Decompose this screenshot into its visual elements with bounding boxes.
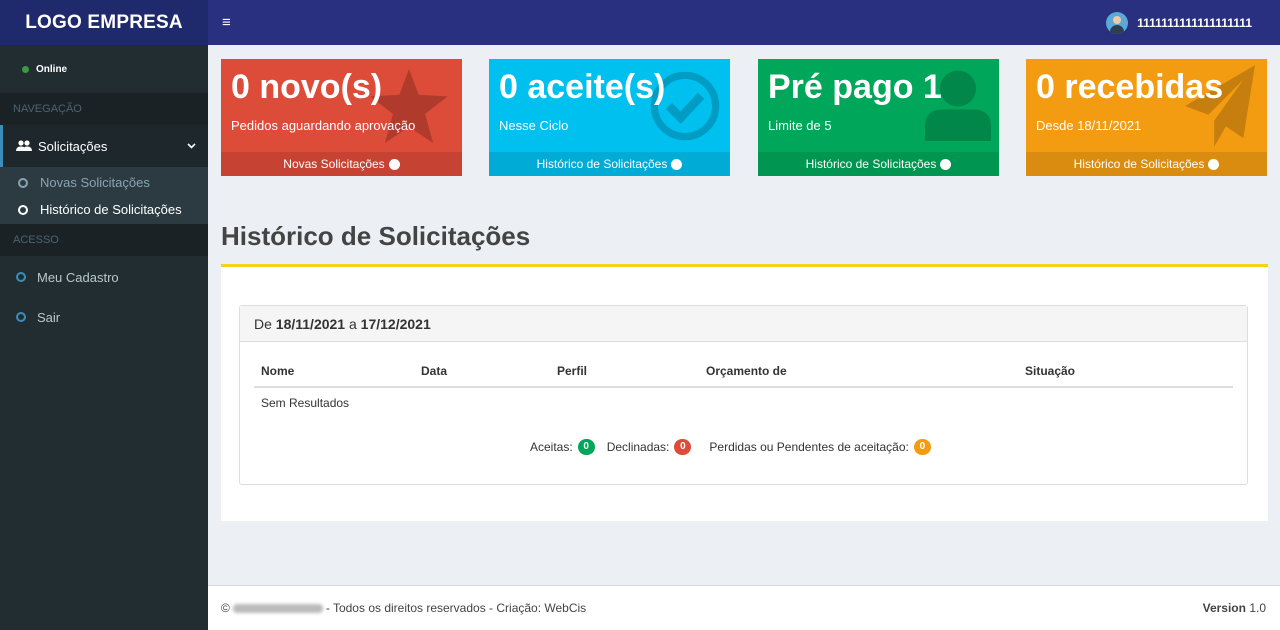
copyright-symbol: © bbox=[221, 601, 230, 615]
circle-icon bbox=[16, 312, 26, 322]
box-link-label: Histórico de Solicitações bbox=[536, 157, 668, 171]
arrow-circle-right-icon: ➜ bbox=[1208, 158, 1220, 170]
sidebar-item-historico[interactable]: Histórico de Solicitações bbox=[0, 196, 208, 223]
sidebar-item-label: Meu Cadastro bbox=[37, 269, 119, 285]
declinadas-label: Declinadas: bbox=[606, 440, 670, 454]
status-label: Online bbox=[36, 63, 68, 75]
users-icon bbox=[16, 140, 32, 151]
box-subtitle: Limite de 5 bbox=[768, 118, 832, 133]
hamburger-menu-icon[interactable]: ≡ bbox=[222, 14, 231, 31]
small-box-pre-pago: Pré pago 1 Limite de 5 Histórico de Soli… bbox=[758, 59, 999, 176]
chevron-down-icon bbox=[187, 143, 196, 149]
version-info: Version 1.0 bbox=[1203, 601, 1266, 615]
box-link-label: Histórico de Solicitações bbox=[1073, 157, 1205, 171]
range-prefix: De bbox=[254, 315, 272, 332]
sidebar-item-label: Novas Solicitações bbox=[40, 175, 150, 190]
online-dot-icon bbox=[22, 65, 29, 73]
username: 1111111111111111111 bbox=[1137, 15, 1252, 30]
circle-icon bbox=[18, 204, 28, 215]
range-mid: a bbox=[348, 315, 357, 332]
small-box-aceites: 0 aceite(s) Nesse Ciclo Histórico de Sol… bbox=[489, 59, 730, 176]
small-box-novos: 0 novo(s) Pedidos aguardando aprovação N… bbox=[221, 59, 462, 176]
sidebar-item-novas-solicitacoes[interactable]: Novas Solicitações bbox=[0, 169, 208, 196]
version-number: 1.0 bbox=[1249, 601, 1266, 615]
box-link-label: Novas Solicitações bbox=[283, 157, 385, 171]
column-header-data[interactable]: Data bbox=[421, 364, 447, 378]
box-value: Pré pago 1 bbox=[768, 68, 942, 106]
column-header-orcamento[interactable]: Orçamento de bbox=[706, 364, 787, 378]
empty-results: Sem Resultados bbox=[261, 396, 350, 410]
history-panel: De 18/11/2021 a 17/12/2021 Nome Data Per… bbox=[221, 264, 1268, 521]
range-to: 17/12/2021 bbox=[360, 315, 431, 332]
aceitas-badge: 0 bbox=[577, 439, 595, 455]
avatar bbox=[1106, 11, 1129, 34]
sidebar-item-label: Sair bbox=[37, 309, 61, 325]
submenu-solicitacoes: Novas Solicitações Histórico de Solicita… bbox=[0, 167, 208, 224]
pendentes-badge: 0 bbox=[913, 439, 931, 455]
column-header-situacao[interactable]: Situação bbox=[1025, 364, 1075, 378]
circle-icon bbox=[18, 177, 28, 188]
sidebar-item-solicitacoes[interactable]: Solicitações bbox=[0, 125, 208, 167]
column-header-perfil[interactable]: Perfil bbox=[557, 364, 587, 378]
sidebar-item-label: Solicitações bbox=[38, 138, 108, 154]
content-wrapper: 0 novo(s) Pedidos aguardando aprovação N… bbox=[208, 45, 1280, 585]
section-header-navegacao: NAVEGAÇÃO bbox=[0, 93, 208, 125]
box-footer-link[interactable]: Histórico de Solicitações ➜ bbox=[758, 152, 999, 176]
small-box-recebidas: 0 recebidas Desde 18/11/2021 Histórico d… bbox=[1026, 59, 1267, 176]
arrow-circle-right-icon: ➜ bbox=[940, 158, 952, 170]
user-menu[interactable]: 1111111111111111111 bbox=[1106, 11, 1252, 34]
arrow-circle-right-icon: ➜ bbox=[671, 158, 683, 170]
range-from: 18/11/2021 bbox=[275, 315, 346, 332]
version-label: Version bbox=[1202, 601, 1246, 615]
sidebar: LOGO EMPRESA Online NAVEGAÇÃO Solicitaçõ… bbox=[0, 0, 208, 630]
box-footer-link[interactable]: Histórico de Solicitações ➜ bbox=[1026, 152, 1267, 176]
page-title: Histórico de Solicitações bbox=[221, 221, 531, 251]
pendentes-label: Perdidas ou Pendentes de aceitação: bbox=[709, 440, 909, 454]
declinadas-badge: 0 bbox=[674, 439, 692, 455]
aceitas-label: Aceitas: bbox=[530, 440, 573, 454]
box-value: 0 aceite(s) bbox=[499, 68, 666, 106]
column-header-nome[interactable]: Nome bbox=[261, 364, 294, 378]
logo[interactable]: LOGO EMPRESA bbox=[0, 0, 208, 45]
box-link-label: Histórico de Solicitações bbox=[805, 157, 937, 171]
user-status: Online bbox=[0, 45, 208, 93]
box-value: 0 novo(s) bbox=[231, 68, 383, 106]
history-table-panel: De 18/11/2021 a 17/12/2021 Nome Data Per… bbox=[239, 305, 1248, 485]
section-header-acesso: ACESSO bbox=[0, 224, 208, 256]
sidebar-item-meu-cadastro[interactable]: Meu Cadastro bbox=[0, 256, 208, 298]
footer-rights: - Todos os direitos reservados - Criação… bbox=[325, 601, 587, 615]
page-footer: © - Todos os direitos reservados - Criaç… bbox=[208, 585, 1280, 630]
sidebar-item-label: Histórico de Solicitações bbox=[40, 202, 182, 217]
table-header: Nome Data Perfil Orçamento de Situação bbox=[254, 364, 1233, 388]
circle-icon bbox=[16, 272, 26, 282]
box-footer-link[interactable]: Histórico de Solicitações ➜ bbox=[489, 152, 730, 176]
arrow-circle-right-icon: ➜ bbox=[388, 158, 400, 170]
box-footer-link[interactable]: Novas Solicitações ➜ bbox=[221, 152, 462, 176]
redacted-company-name bbox=[232, 603, 323, 613]
date-range: De 18/11/2021 a 17/12/2021 bbox=[240, 306, 1247, 342]
box-subtitle: Nesse Ciclo bbox=[499, 118, 569, 133]
sidebar-item-sair[interactable]: Sair bbox=[0, 296, 208, 338]
status-summary: Aceitas: 0 Declinadas: 0 Perdidas ou Pen… bbox=[530, 439, 943, 455]
box-subtitle: Pedidos aguardando aprovação bbox=[231, 118, 416, 133]
box-value: 0 recebidas bbox=[1036, 68, 1224, 106]
top-navbar: ≡ 1111111111111111111 bbox=[208, 0, 1280, 45]
box-subtitle: Desde 18/11/2021 bbox=[1036, 118, 1142, 133]
